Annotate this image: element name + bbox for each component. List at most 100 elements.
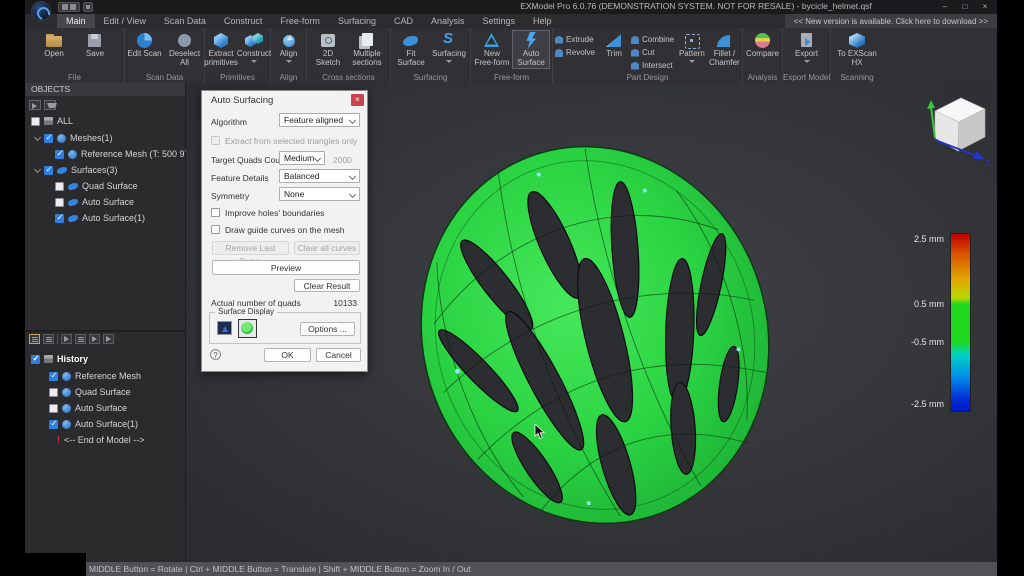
- checkbox[interactable]: [55, 214, 64, 223]
- pattern-button[interactable]: Pattern: [678, 30, 706, 67]
- cut-button[interactable]: Cut: [629, 46, 677, 59]
- checkbox[interactable]: [44, 166, 53, 175]
- tab-analysis[interactable]: Analysis: [422, 14, 474, 28]
- history-item-auto-surface-1[interactable]: Auto Surface(1): [49, 417, 138, 431]
- tab-construct[interactable]: Construct: [215, 14, 272, 28]
- target-quads-select[interactable]: Medium: [279, 151, 325, 165]
- tree-item-reference-mesh[interactable]: Reference Mesh (T: 500 970): [55, 147, 198, 161]
- options-button[interactable]: Options ...: [300, 322, 355, 336]
- new-free-form-button[interactable]: New Free-form: [473, 30, 511, 69]
- tree-item-quad-surface[interactable]: Quad Surface: [55, 179, 138, 193]
- history-play-icon[interactable]: [61, 334, 72, 344]
- dialog-close-button[interactable]: ×: [351, 94, 364, 106]
- ok-button[interactable]: OK: [264, 348, 311, 362]
- checkbox[interactable]: [49, 372, 58, 381]
- draw-guide-checkbox[interactable]: [211, 225, 220, 234]
- ribbon-group-cross-sections: 2D Sketch Multiple sections Cross sectio…: [307, 28, 391, 83]
- tab-surfacing[interactable]: Surfacing: [329, 14, 385, 28]
- trim-button[interactable]: Trim: [600, 30, 628, 60]
- fit-surface-button[interactable]: Fit Surface: [393, 30, 429, 69]
- open-button[interactable]: Open: [34, 30, 74, 60]
- history-item-auto-surface[interactable]: Auto Surface: [49, 401, 127, 415]
- tab-scan-data[interactable]: Scan Data: [155, 14, 215, 28]
- align-button[interactable]: Align: [272, 30, 305, 67]
- update-notification[interactable]: << New version is available. Click here …: [785, 14, 997, 28]
- cancel-button[interactable]: Cancel: [316, 348, 361, 362]
- step-back-icon[interactable]: [89, 334, 100, 344]
- tree-item-history[interactable]: History: [31, 352, 88, 366]
- extrude-button[interactable]: Extrude: [553, 33, 599, 46]
- clear-result-button[interactable]: Clear Result: [294, 279, 360, 292]
- history-filter-icon[interactable]: [75, 334, 86, 344]
- revolve-icon: [555, 49, 563, 57]
- tree-item-surfaces[interactable]: Surfaces(3): [35, 163, 118, 177]
- to-exscan-hx-button[interactable]: To EXScan HX: [834, 30, 880, 69]
- tab-free-form[interactable]: Free-form: [271, 14, 329, 28]
- tab-cad[interactable]: CAD: [385, 14, 422, 28]
- intersect-button[interactable]: Intersect: [629, 59, 677, 72]
- tab-main[interactable]: Main: [57, 14, 95, 28]
- export-button[interactable]: Export: [789, 30, 825, 67]
- edit-scan-button[interactable]: Edit Scan: [125, 30, 164, 60]
- qat-save-icon[interactable]: [62, 4, 68, 10]
- deselect-all-button[interactable]: Deselect All: [165, 30, 204, 69]
- tree-item-all[interactable]: ALL: [31, 114, 73, 128]
- preview-button[interactable]: Preview: [212, 260, 360, 275]
- help-icon[interactable]: ?: [210, 349, 221, 360]
- panel-splitter[interactable]: [25, 330, 185, 332]
- qat-undo-icon[interactable]: [70, 4, 76, 10]
- tree-item-meshes[interactable]: Meshes(1): [35, 131, 113, 145]
- multiple-sections-button[interactable]: Multiple sections: [347, 30, 387, 69]
- maximize-button[interactable]: □: [955, 0, 975, 13]
- tab-help[interactable]: Help: [524, 14, 561, 28]
- revolve-button[interactable]: Revolve: [553, 46, 599, 59]
- filter-expand-icon[interactable]: [29, 100, 41, 110]
- statusbar: MIDDLE Button = Rotate | Ctrl + MIDDLE B…: [25, 562, 997, 576]
- filter-funnel-icon[interactable]: [44, 100, 56, 110]
- construct-button[interactable]: Construct: [238, 30, 270, 67]
- save-button[interactable]: Save: [75, 30, 115, 60]
- tree-item-auto-surface-1[interactable]: Auto Surface(1): [55, 211, 145, 225]
- history-item-quad-surface[interactable]: Quad Surface: [49, 385, 131, 399]
- algorithm-select[interactable]: Feature aligned: [279, 113, 360, 127]
- checkbox[interactable]: [49, 404, 58, 413]
- surfacing-button[interactable]: Surfacing: [430, 30, 468, 67]
- qat-customize-button[interactable]: [83, 2, 93, 12]
- tab-edit-view[interactable]: Edit / View: [95, 14, 155, 28]
- close-button[interactable]: ×: [975, 0, 995, 13]
- 2d-sketch-button[interactable]: 2D Sketch: [310, 30, 346, 69]
- surface-display-plain-button[interactable]: [217, 321, 232, 335]
- tree-item-auto-surface[interactable]: Auto Surface: [55, 195, 134, 209]
- fillet-chamfer-button[interactable]: Fillet / Chamfer: [707, 30, 742, 69]
- combine-button[interactable]: Combine: [629, 33, 677, 46]
- quick-access-group: [58, 2, 80, 12]
- improve-holes-checkbox[interactable]: [211, 208, 220, 217]
- checkbox[interactable]: [49, 420, 58, 429]
- expander-icon[interactable]: [34, 165, 41, 172]
- tab-settings[interactable]: Settings: [474, 14, 525, 28]
- surface-display-deviation-button[interactable]: [238, 319, 257, 338]
- checkbox[interactable]: [55, 182, 64, 191]
- history-item-reference-mesh[interactable]: Reference Mesh: [49, 369, 141, 383]
- expander-icon[interactable]: [34, 133, 41, 140]
- checkbox[interactable]: [31, 117, 40, 126]
- history-tree-view-icon[interactable]: [43, 334, 54, 344]
- checkbox[interactable]: [49, 388, 58, 397]
- extract-primitives-button[interactable]: Extract primitives: [205, 30, 237, 69]
- step-forward-icon[interactable]: [103, 334, 114, 344]
- cube-icon: [211, 32, 231, 49]
- checkbox[interactable]: [55, 150, 64, 159]
- auto-surface-button[interactable]: Auto Surface: [512, 30, 550, 69]
- symmetry-select[interactable]: None: [279, 187, 360, 201]
- checkbox[interactable]: [44, 134, 53, 143]
- feature-details-select[interactable]: Balanced: [279, 169, 360, 183]
- checkbox[interactable]: [55, 198, 64, 207]
- minimize-button[interactable]: –: [935, 0, 955, 13]
- divider: [57, 334, 58, 344]
- compare-button[interactable]: Compare: [744, 30, 782, 60]
- app-logo-icon[interactable]: [31, 1, 51, 21]
- group-label-export-model: Export Model: [783, 72, 830, 83]
- checkbox[interactable]: [31, 355, 40, 364]
- history-list-view-icon[interactable]: [29, 334, 40, 344]
- view-cube[interactable]: z: [921, 91, 993, 169]
